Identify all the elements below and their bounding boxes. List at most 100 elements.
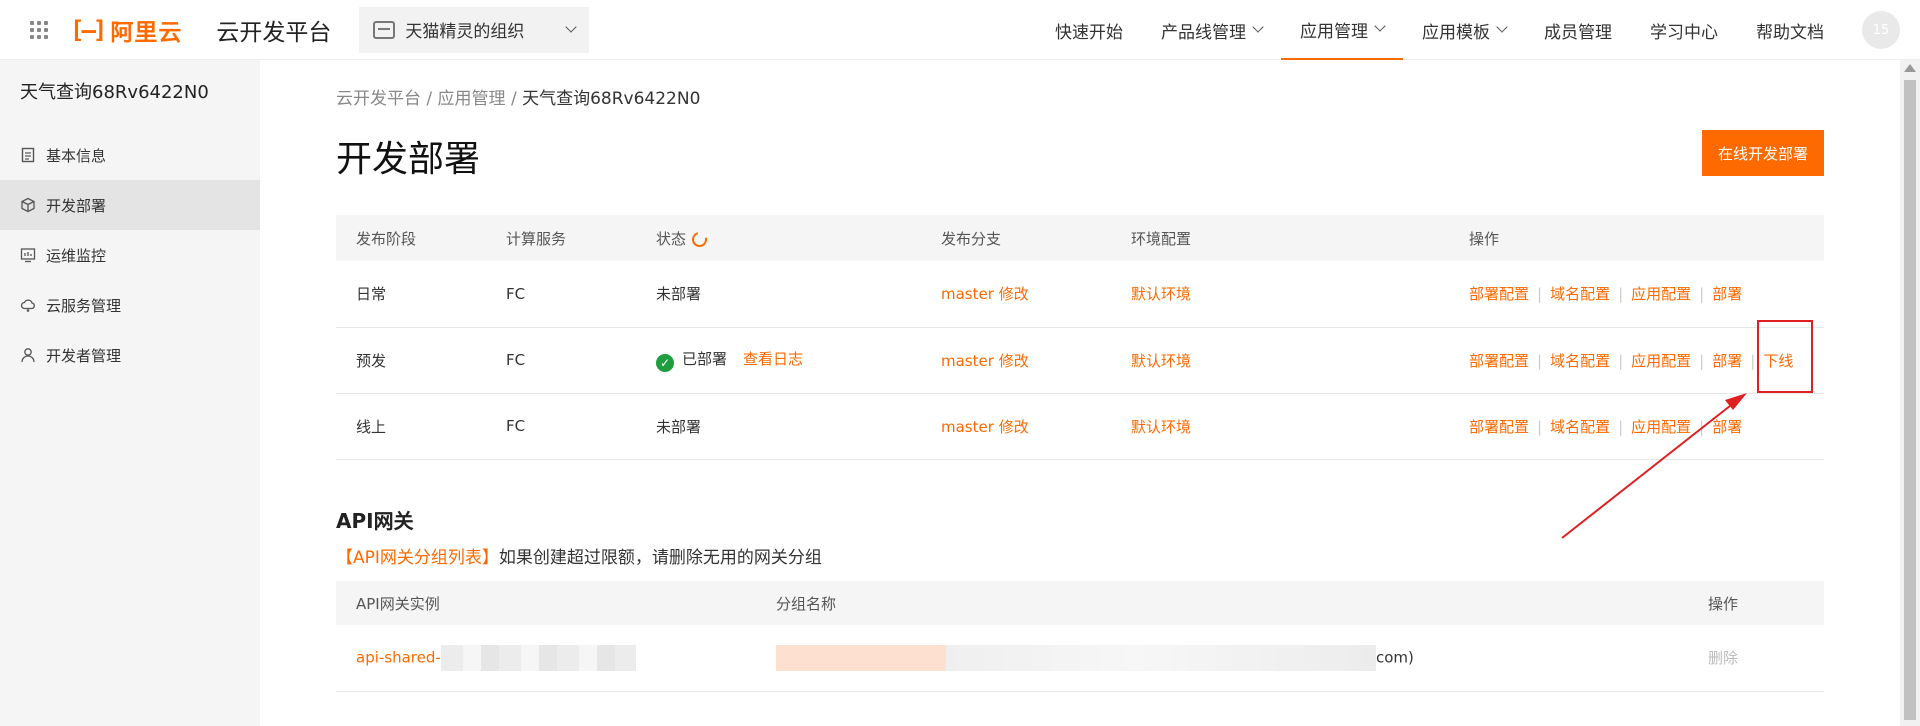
- sidebar-item-basic-info[interactable]: 基本信息: [0, 130, 260, 180]
- deploy-link[interactable]: 部署: [1712, 418, 1742, 436]
- breadcrumb-app-management[interactable]: 应用管理: [438, 89, 506, 109]
- edit-branch-link[interactable]: 修改: [999, 418, 1029, 436]
- stage-cell: 线上: [336, 393, 506, 460]
- breadcrumb-current: 天气查询68Rv6422N0: [522, 89, 701, 109]
- status-text: 已部署: [682, 350, 728, 368]
- online-deploy-button[interactable]: 在线开发部署: [1702, 130, 1824, 176]
- chevron-down-icon: [1252, 21, 1264, 33]
- branch-cell: master 修改: [941, 261, 1131, 328]
- stage-cell: 日常: [336, 261, 506, 328]
- domain-config-link[interactable]: 域名配置: [1550, 352, 1610, 370]
- nav-label: 成员管理: [1544, 22, 1612, 43]
- aliyun-logo-mark: [–]: [70, 15, 107, 44]
- view-log-link[interactable]: 查看日志: [743, 350, 803, 368]
- monitor-icon: [20, 247, 36, 263]
- ops-cell: 部署配置 | 域名配置 | 应用配置 | 部署: [1469, 261, 1824, 328]
- branch-link[interactable]: master: [941, 352, 994, 370]
- sidebar-item-label: 运维监控: [46, 246, 107, 265]
- sidebar-item-developers[interactable]: 开发者管理: [0, 330, 260, 380]
- table-header-row: API网关实例 分组名称 操作: [336, 581, 1824, 625]
- nav-help-docs[interactable]: 帮助文档: [1737, 0, 1843, 60]
- branch-link[interactable]: master: [941, 285, 994, 303]
- instance-cell: api-shared-: [336, 625, 776, 692]
- column-header-label: 状态: [656, 229, 687, 248]
- nav-app-templates[interactable]: 应用模板: [1403, 0, 1525, 60]
- sidebar: 天气查询68Rv6422N0 基本信息 开发部署 运维监控 云服务管理 开发者管…: [0, 60, 260, 726]
- api-gateway-table: API网关实例 分组名称 操作 api-shared- com) 删除: [336, 581, 1824, 692]
- deploy-table: 发布阶段 计算服务 状态 发布分支 环境配置 操作 日常 FC 未部署 mast…: [336, 215, 1824, 460]
- status-cell: 未部署: [656, 261, 941, 328]
- env-cell: 默认环境: [1131, 393, 1469, 460]
- nav-quick-start[interactable]: 快速开始: [1036, 0, 1142, 60]
- nav-learning-center[interactable]: 学习中心: [1631, 0, 1737, 60]
- chevron-down-icon: [1374, 20, 1386, 32]
- avatar[interactable]: 15: [1862, 11, 1900, 49]
- group-cell: com): [776, 625, 1708, 692]
- status-cell: ✓ 已部署 查看日志: [656, 327, 941, 394]
- column-header: 操作: [1469, 215, 1824, 261]
- deploy-link[interactable]: 部署: [1712, 352, 1742, 370]
- chevron-down-icon: [565, 20, 578, 33]
- nav-label: 应用管理: [1300, 21, 1368, 42]
- breadcrumb-root[interactable]: 云开发平台: [336, 89, 421, 109]
- nav-label: 帮助文档: [1756, 22, 1824, 43]
- deploy-config-link[interactable]: 部署配置: [1469, 352, 1529, 370]
- redacted-block: [776, 644, 1376, 671]
- main-nav: 快速开始 产品线管理 应用管理 应用模板 成员管理 学习中心 帮助文档 15: [1036, 0, 1920, 60]
- refresh-icon[interactable]: [689, 228, 710, 250]
- divider: |: [1537, 285, 1543, 304]
- nav-label: 学习中心: [1650, 22, 1718, 43]
- service-cell: FC: [506, 261, 656, 328]
- divider: |: [1618, 285, 1624, 304]
- stage-cell: 预发: [336, 327, 506, 394]
- scrollbar-thumb[interactable]: [1904, 80, 1916, 720]
- api-group-list-link[interactable]: 【API网关分组列表】: [336, 548, 499, 568]
- app-config-link[interactable]: 应用配置: [1631, 418, 1691, 436]
- api-gateway-notice: 【API网关分组列表】如果创建超过限额，请删除无用的网关分组: [336, 543, 822, 568]
- delete-link-disabled: 删除: [1708, 649, 1739, 668]
- branch-link[interactable]: master: [941, 418, 994, 436]
- cube-icon: [20, 197, 36, 213]
- divider: |: [1750, 351, 1756, 370]
- table-row: api-shared- com) 删除: [336, 625, 1824, 692]
- sidebar-item-label: 云服务管理: [46, 296, 122, 315]
- org-selector[interactable]: 天猫精灵的组织: [359, 6, 590, 53]
- apps-grid-icon[interactable]: [30, 20, 48, 39]
- app-config-link[interactable]: 应用配置: [1631, 352, 1691, 370]
- deploy-config-link[interactable]: 部署配置: [1469, 418, 1529, 436]
- table-row: 日常 FC 未部署 master 修改 默认环境 部署配置 | 域名配置 | 应用配置 |…: [336, 261, 1824, 328]
- table-row: 预发 FC ✓ 已部署 查看日志 master 修改 默认环境 部署配置 | 域名配置 |…: [336, 327, 1824, 394]
- divider: |: [1618, 351, 1624, 370]
- sidebar-item-label: 开发者管理: [46, 346, 122, 365]
- domain-config-link[interactable]: 域名配置: [1550, 285, 1610, 303]
- status-cell: 未部署: [656, 393, 941, 460]
- sidebar-item-monitoring[interactable]: 运维监控: [0, 230, 260, 280]
- aliyun-logo[interactable]: [–] 阿里云: [70, 13, 182, 47]
- edit-branch-link[interactable]: 修改: [999, 352, 1029, 370]
- app-config-link[interactable]: 应用配置: [1631, 285, 1691, 303]
- edit-branch-link[interactable]: 修改: [999, 285, 1029, 303]
- divider: |: [1699, 417, 1705, 436]
- app-name: 天气查询68Rv6422N0: [20, 82, 209, 103]
- nav-label: 应用模板: [1422, 22, 1490, 43]
- nav-product-line[interactable]: 产品线管理: [1142, 0, 1281, 60]
- nav-label: 快速开始: [1055, 22, 1123, 43]
- sidebar-item-label: 基本信息: [46, 146, 107, 165]
- nav-app-management[interactable]: 应用管理: [1281, 0, 1403, 60]
- nav-members[interactable]: 成员管理: [1525, 0, 1631, 60]
- scroll-up-arrow-icon[interactable]: [1904, 64, 1916, 72]
- divider: |: [1618, 417, 1624, 436]
- env-link[interactable]: 默认环境: [1131, 285, 1191, 303]
- env-link[interactable]: 默认环境: [1131, 352, 1191, 370]
- cloud-icon: [20, 297, 36, 313]
- table-header-row: 发布阶段 计算服务 状态 发布分支 环境配置 操作: [336, 215, 1824, 261]
- branch-cell: master 修改: [941, 393, 1131, 460]
- sidebar-item-cloud-services[interactable]: 云服务管理: [0, 280, 260, 330]
- sidebar-item-deploy[interactable]: 开发部署: [0, 180, 260, 230]
- api-instance-link[interactable]: api-shared-: [356, 648, 441, 666]
- domain-config-link[interactable]: 域名配置: [1550, 418, 1610, 436]
- deploy-config-link[interactable]: 部署配置: [1469, 285, 1529, 303]
- top-navbar: [–] 阿里云 云开发平台 天猫精灵的组织 快速开始 产品线管理 应用管理 应用…: [0, 0, 1920, 60]
- deploy-link[interactable]: 部署: [1712, 285, 1742, 303]
- env-link[interactable]: 默认环境: [1131, 418, 1191, 436]
